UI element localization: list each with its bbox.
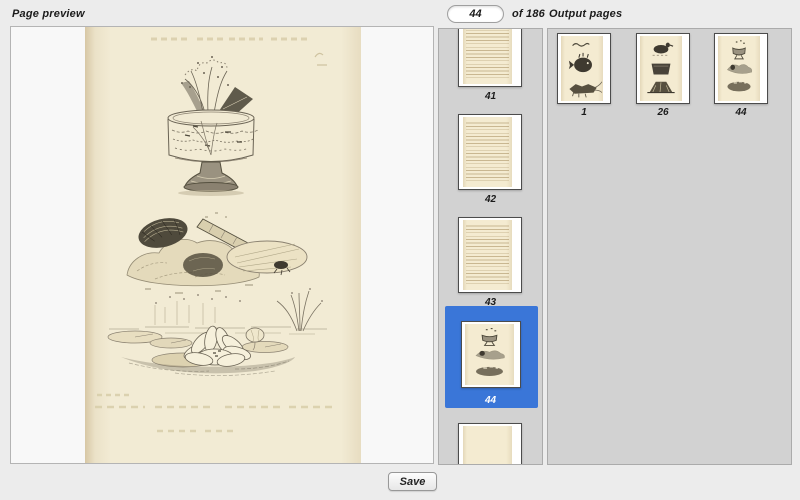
output-thumb-label: 1 (557, 107, 611, 118)
plate-44-art (465, 324, 514, 385)
filmstrip-thumb-42[interactable] (458, 114, 522, 190)
output-thumb-1[interactable] (557, 33, 611, 104)
filmstrip-thumb-41[interactable] (458, 28, 522, 87)
preview-panel (10, 26, 434, 464)
page-count-label: of 186 (512, 8, 545, 20)
thumb-page-image (463, 220, 512, 290)
output-pages-label: Output pages (549, 8, 622, 20)
filmstrip-thumb-label: 42 (439, 194, 542, 205)
app-window: { "preview": { "label": "Page preview" }… (0, 0, 800, 500)
output-thumb-label: 26 (636, 107, 690, 118)
plate-1-art (561, 36, 603, 101)
thumb-page-image (463, 28, 512, 84)
output-thumb-26[interactable] (636, 33, 690, 104)
output-thumb-label: 44 (714, 107, 768, 118)
save-button[interactable]: Save (388, 472, 437, 491)
thumb-page-image (463, 426, 512, 465)
filmstrip-thumb-45[interactable] (458, 423, 522, 465)
filmstrip-thumb-label: 41 (439, 91, 542, 102)
page-number-input[interactable] (447, 5, 504, 23)
filmstrip[interactable]: 41 42 43 44 (438, 28, 543, 465)
page-preview-label: Page preview (12, 8, 85, 20)
page-preview-image (85, 27, 361, 463)
thumb-page-image (640, 36, 682, 101)
thumb-page-image (718, 36, 760, 101)
output-thumb-44[interactable] (714, 33, 768, 104)
thumb-page-image (561, 36, 603, 101)
filmstrip-thumb-43[interactable] (458, 217, 522, 293)
filmstrip-thumb-label: 44 (439, 395, 542, 406)
thumb-page-image (463, 117, 512, 187)
output-panel: 1 26 (547, 28, 792, 465)
thumb-page-image (465, 324, 514, 385)
plate-26-art (640, 36, 682, 101)
page-engravings-art (85, 27, 361, 463)
plate-44-art (718, 36, 760, 101)
filmstrip-thumb-44[interactable] (461, 321, 521, 388)
